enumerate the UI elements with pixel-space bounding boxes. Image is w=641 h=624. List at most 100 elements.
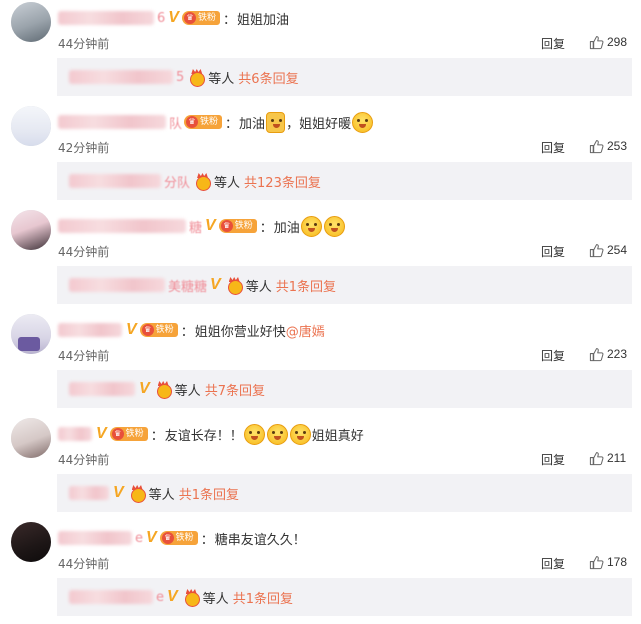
comment-header: 糖 V ♛ 铁粉 ： 加油 bbox=[58, 215, 346, 237]
verified-v-icon: V bbox=[210, 276, 221, 293]
sub-etc-label: 等人 bbox=[148, 487, 175, 503]
avatar[interactable] bbox=[11, 522, 51, 562]
crown-icon: ♛ bbox=[141, 324, 154, 336]
sub-reply-count[interactable]: 共6条回复 bbox=[238, 68, 298, 87]
verified-v-icon: V bbox=[96, 425, 107, 442]
reply-button[interactable]: 回复 bbox=[541, 451, 565, 468]
comment-item: 队 ♛ 铁粉 ： 加油 ，姐姐好暖 42分钟前 回复 253 分队 等人 共123… bbox=[0, 104, 641, 208]
sub-username-blurred bbox=[69, 174, 161, 188]
thumbs-up-icon bbox=[589, 555, 604, 569]
like-button[interactable]: 223 bbox=[589, 346, 627, 362]
fan-badge[interactable]: ♛ 铁粉 bbox=[218, 219, 257, 233]
crown-icon: ♛ bbox=[161, 532, 174, 544]
crown-icon bbox=[129, 485, 146, 503]
reply-button[interactable]: 回复 bbox=[541, 35, 565, 52]
sub-reply-bar[interactable]: 5 等人 共6条回复 bbox=[57, 58, 632, 96]
like-button[interactable]: 253 bbox=[589, 138, 627, 154]
sub-reply-bar[interactable]: V 等人 共7条回复 bbox=[57, 370, 632, 408]
avatar[interactable] bbox=[11, 210, 51, 250]
like-count: 223 bbox=[607, 347, 628, 361]
sub-etc-label: 等人 bbox=[174, 383, 201, 399]
fan-badge[interactable]: ♛ 铁粉 bbox=[181, 11, 220, 25]
flex-arm-emoji-icon bbox=[266, 111, 286, 133]
reply-button[interactable]: 回复 bbox=[541, 243, 565, 260]
crown-icon bbox=[226, 277, 243, 295]
thumbs-up-icon bbox=[589, 139, 604, 153]
mention-link[interactable]: @唐嫣 bbox=[286, 321, 325, 340]
username-fragment[interactable]: e bbox=[135, 531, 143, 546]
shy-emoji-icon bbox=[289, 423, 311, 445]
comment-text: 加油 bbox=[239, 116, 266, 132]
comment-time: 44分钟前 bbox=[58, 453, 110, 467]
crown-icon: ♛ bbox=[220, 220, 233, 232]
like-count: 254 bbox=[607, 243, 628, 257]
avatar[interactable] bbox=[11, 314, 51, 354]
smile-emoji-icon bbox=[352, 111, 374, 133]
comment-text: 姐姐加油 bbox=[236, 12, 289, 28]
crown-icon bbox=[155, 381, 172, 399]
crown-icon bbox=[188, 69, 206, 87]
crown-icon: ♛ bbox=[186, 116, 199, 128]
username-blurred[interactable] bbox=[58, 427, 92, 441]
sub-reply-bar[interactable]: 分队 等人 共123条回复 bbox=[57, 162, 632, 200]
cheer-emoji-icon bbox=[300, 215, 322, 237]
fan-badge[interactable]: ♛ 铁粉 bbox=[159, 531, 198, 545]
comment-header: V ♛ 铁粉 ： 姐姐你营业好快 @唐嫣 bbox=[58, 320, 325, 340]
like-count: 211 bbox=[607, 451, 627, 465]
username-fragment[interactable]: 6 bbox=[157, 11, 165, 26]
like-button[interactable]: 254 bbox=[589, 242, 627, 258]
sub-reply-bar[interactable]: 美糖糖 V 等人 共1条回复 bbox=[57, 266, 632, 304]
username-blurred[interactable] bbox=[58, 219, 186, 233]
comment-header: 队 ♛ 铁粉 ： 加油 ，姐姐好暖 bbox=[58, 111, 374, 133]
username-fragment[interactable]: 糖 bbox=[189, 217, 202, 236]
thumbs-up-icon bbox=[589, 243, 604, 257]
crown-icon bbox=[183, 589, 200, 607]
sub-reply-count[interactable]: 共123条回复 bbox=[244, 172, 321, 191]
sub-username-fragment: e bbox=[156, 589, 164, 605]
reply-button[interactable]: 回复 bbox=[541, 347, 565, 364]
sub-username-blurred bbox=[69, 70, 173, 84]
verified-v-icon: V bbox=[167, 588, 178, 605]
reply-button[interactable]: 回复 bbox=[541, 555, 565, 572]
verified-v-icon: V bbox=[139, 380, 150, 397]
fan-badge[interactable]: ♛ 铁粉 bbox=[109, 427, 148, 441]
comment-text-after: ，姐姐好暖 bbox=[286, 116, 352, 132]
fan-badge[interactable]: ♛ 铁粉 bbox=[184, 115, 223, 129]
thumbs-up-icon bbox=[589, 347, 604, 361]
like-button[interactable]: 178 bbox=[589, 554, 627, 570]
comment-text-after: 姐姐真好 bbox=[311, 428, 364, 444]
sub-reply-bar[interactable]: e V 等人 共1条回复 bbox=[57, 578, 632, 616]
avatar[interactable] bbox=[11, 2, 51, 42]
avatar[interactable] bbox=[11, 418, 51, 458]
reply-button[interactable]: 回复 bbox=[541, 139, 565, 156]
sub-reply-bar[interactable]: V 等人 共1条回复 bbox=[57, 474, 632, 512]
sub-username-fragment: 5 bbox=[176, 69, 185, 85]
username-blurred[interactable] bbox=[58, 115, 166, 129]
like-button[interactable]: 211 bbox=[589, 450, 626, 466]
sub-username-fragment: 分队 bbox=[164, 175, 191, 191]
fan-badge[interactable]: ♛ 铁粉 bbox=[139, 323, 178, 337]
sub-reply-count[interactable]: 共1条回复 bbox=[233, 588, 293, 607]
username-blurred[interactable] bbox=[58, 531, 132, 545]
sub-username-blurred bbox=[69, 278, 165, 292]
cheer-emoji-icon bbox=[323, 215, 345, 237]
sub-reply-count[interactable]: 共7条回复 bbox=[205, 380, 265, 399]
comment-header: V ♛ 铁粉 ： 友谊长存！！ 姐姐真好 bbox=[58, 423, 364, 445]
like-count: 298 bbox=[607, 35, 628, 49]
username-fragment[interactable]: 队 bbox=[169, 113, 182, 132]
sub-reply-count[interactable]: 共1条回复 bbox=[276, 276, 336, 295]
username-blurred[interactable] bbox=[58, 11, 154, 25]
verified-v-icon: V bbox=[205, 217, 216, 234]
comment-time: 44分钟前 bbox=[58, 349, 110, 363]
comment-text: 糖串友谊久久！ bbox=[214, 532, 306, 548]
comment-text: 姐姐你营业好快 bbox=[194, 324, 286, 340]
sub-reply-count[interactable]: 共1条回复 bbox=[179, 484, 239, 503]
avatar[interactable] bbox=[11, 106, 51, 146]
like-button[interactable]: 298 bbox=[589, 34, 627, 50]
comment-item: e V ♛ 铁粉 ： 糖串友谊久久！ 44分钟前 回复 178 e V 等人 共1… bbox=[0, 520, 641, 624]
username-blurred[interactable] bbox=[58, 323, 122, 337]
comment-time: 44分钟前 bbox=[58, 245, 110, 259]
comment-header: e V ♛ 铁粉 ： 糖串友谊久久！ bbox=[58, 528, 306, 548]
comment-time: 44分钟前 bbox=[58, 37, 110, 51]
comment-text: 友谊长存！！ bbox=[164, 428, 243, 444]
